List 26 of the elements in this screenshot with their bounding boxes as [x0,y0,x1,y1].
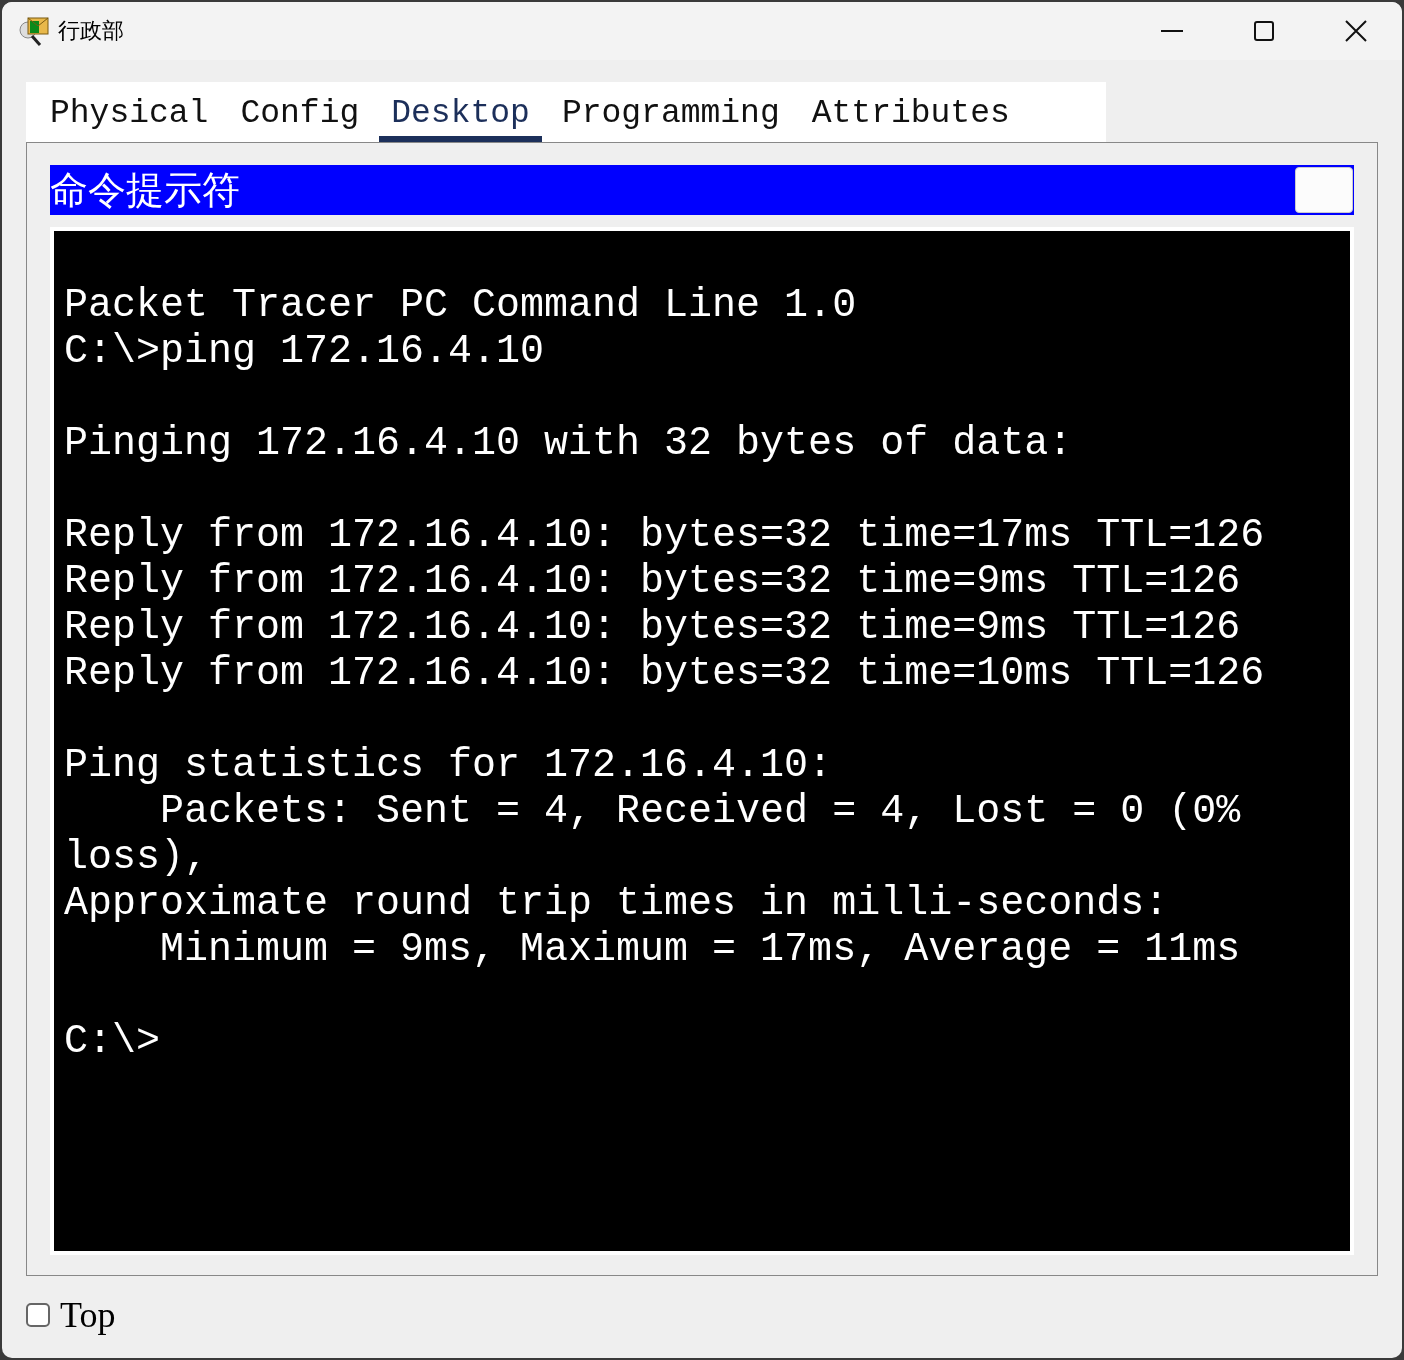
terminal-line: Reply from 172.16.4.10: bytes=32 time=9ms TTL=126 [64,559,1242,605]
terminal-line: Minimum = 9ms, Maximum = 17ms, Average = 11ms [159,927,1242,973]
checkbox-label: Top [60,1294,116,1336]
app-title: 命令提示符 [50,167,240,214]
minimize-icon [1161,30,1183,32]
tab[interactable]: Config [228,82,372,142]
app-icon [18,16,50,46]
tab[interactable]: Desktop [379,82,542,142]
tab[interactable]: Attributes [799,82,1022,142]
terminal-line: Packets: Sent = 4, Received = 4, Lost = 0 (0% [159,789,1242,835]
terminal-line: Reply from 172.16.4.10: bytes=32 time=10ms TTL=126 [64,651,1266,697]
terminal-line: Pinging 172.16.4.10 with 32 bytes of data: [64,421,1074,467]
tab[interactable]: Programming [549,82,792,142]
window-title: 行政部 [58,17,124,45]
terminal-line: Ping statistics for 172.16.4.10: [64,743,834,789]
terminal-line: Approximate round trip times in milli-seconds: [64,881,1170,927]
terminal-line: Reply from 172.16.4.10: bytes=32 time=17ms TTL=126 [64,513,1266,559]
terminal-line: Reply from 172.16.4.10: bytes=32 time=9ms TTL=126 [64,605,1242,651]
maximize-icon [1253,20,1275,42]
tab[interactable]: Physical [38,82,221,142]
top-checkbox[interactable] [26,1303,50,1327]
close-icon [1345,20,1367,42]
terminal-line: Packet Tracer PC Command Line 1.0 [64,283,858,329]
terminal-line: C:\>ping 172.16.4.10 [64,329,546,375]
terminal-line: C:\> [64,1019,161,1065]
terminal-line: loss), [64,835,210,881]
